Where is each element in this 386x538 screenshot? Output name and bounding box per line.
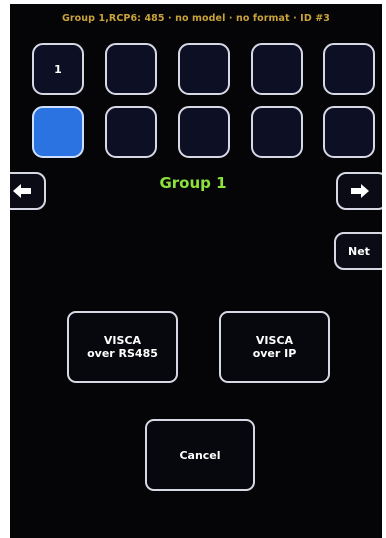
camera-controller-screen: Group 1,RCP6: 485 · no model · no format… xyxy=(10,4,382,538)
net-button[interactable]: Net xyxy=(334,232,382,270)
camera-button-6[interactable] xyxy=(32,106,84,158)
camera-button-7[interactable] xyxy=(105,106,157,158)
camera-button-2[interactable] xyxy=(105,43,157,95)
camera-button-grid: 1 xyxy=(10,4,382,164)
camera-button-1[interactable]: 1 xyxy=(32,43,84,95)
camera-button-5[interactable] xyxy=(323,43,375,95)
camera-button-10[interactable] xyxy=(323,106,375,158)
camera-button-3[interactable] xyxy=(178,43,230,95)
camera-button-8[interactable] xyxy=(178,106,230,158)
camera-button-9[interactable] xyxy=(251,106,303,158)
group-title: Group 1 xyxy=(159,174,227,192)
visca-ip-button[interactable]: VISCA over IP xyxy=(219,311,330,383)
cancel-button[interactable]: Cancel xyxy=(145,419,255,491)
camera-button-4[interactable] xyxy=(251,43,303,95)
visca-rs485-button[interactable]: VISCA over RS485 xyxy=(67,311,178,383)
